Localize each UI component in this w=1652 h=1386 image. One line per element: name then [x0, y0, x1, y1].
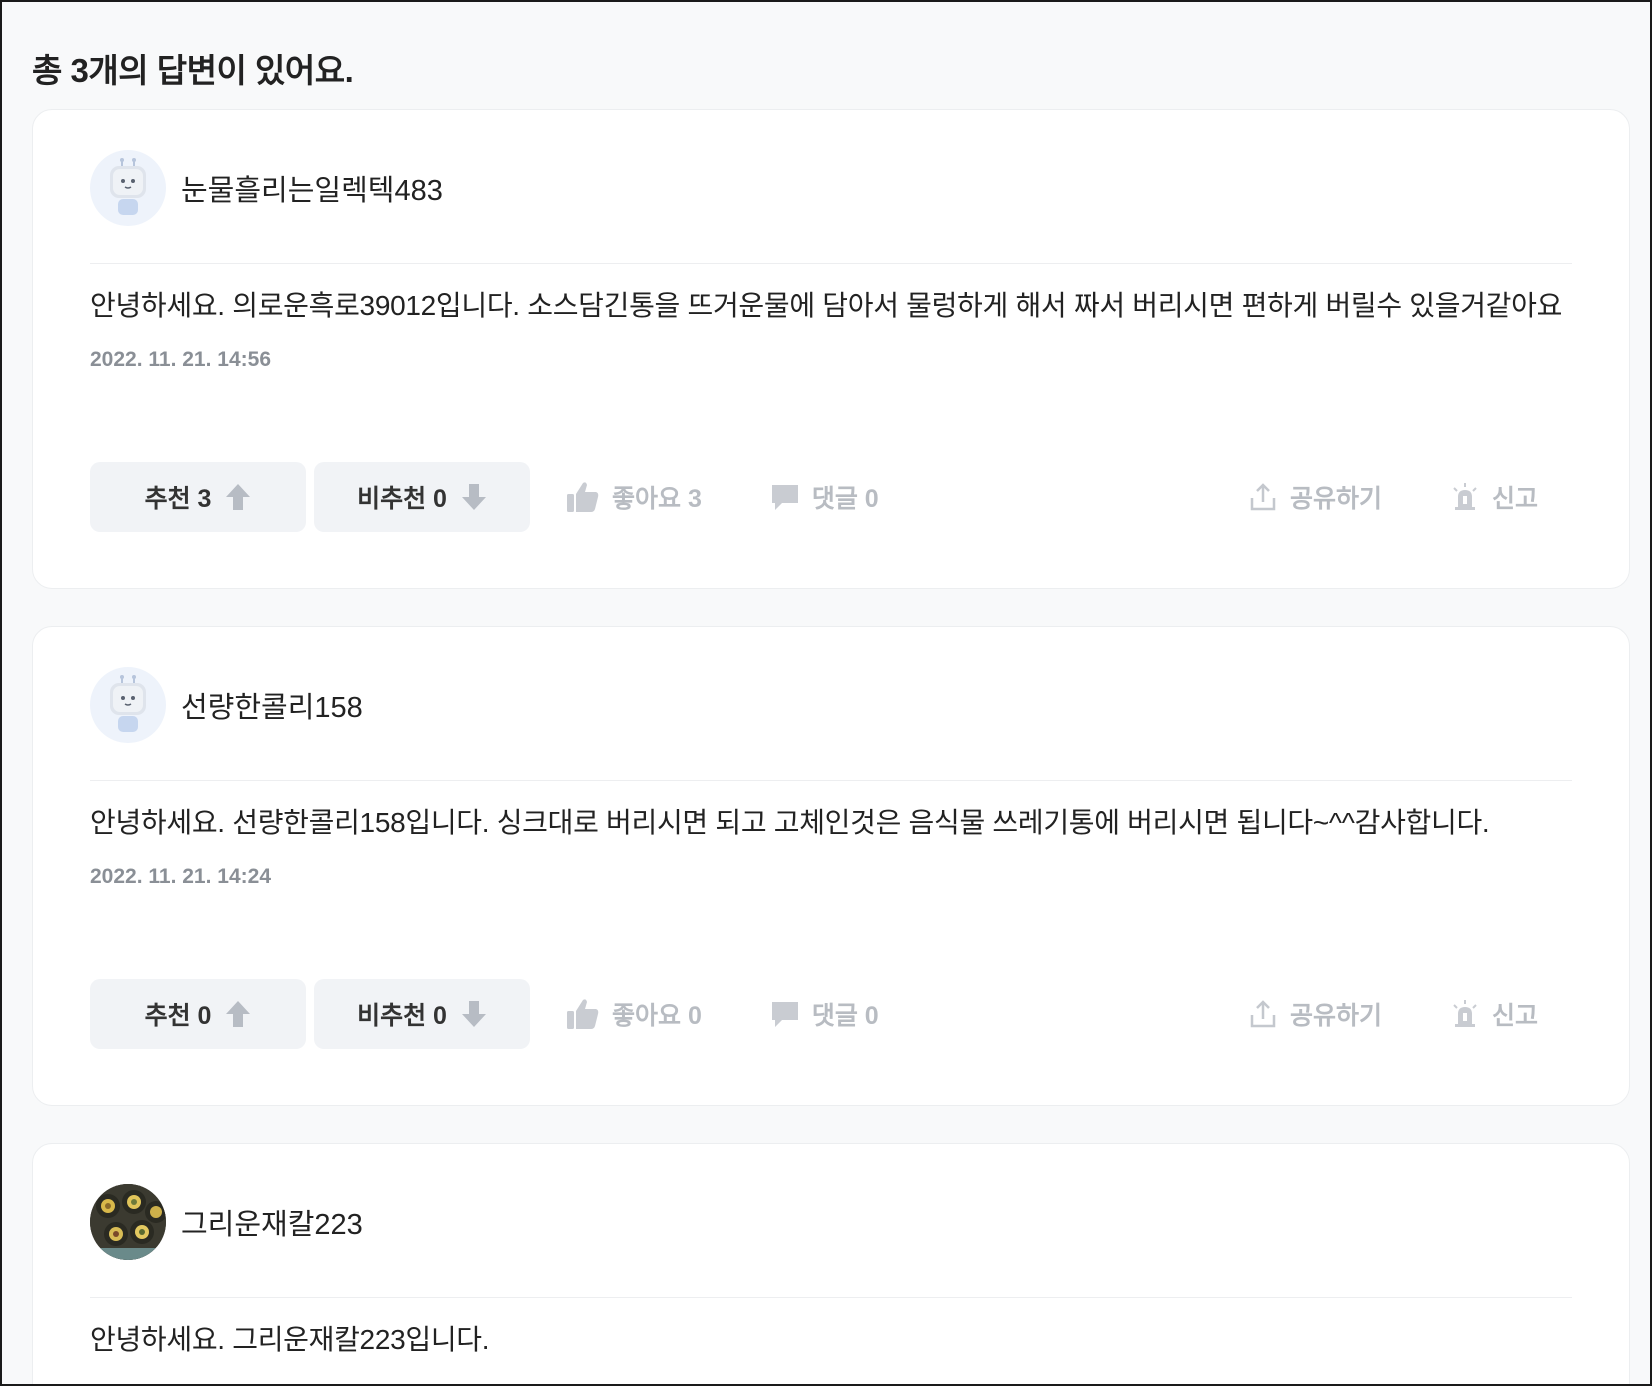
thumbs-up-icon — [567, 482, 599, 512]
arrow-up-icon — [226, 484, 251, 510]
siren-icon — [1453, 483, 1477, 510]
thumbs-up-icon — [567, 999, 599, 1029]
recommend-label: 추천 3 — [144, 485, 212, 513]
unrecommend-label: 비추천 0 — [357, 485, 447, 513]
recommend-button[interactable]: 추천 0 — [90, 979, 306, 1049]
siren-icon — [1453, 1000, 1477, 1027]
answers-page: 총 3개의 답변이 있어요. — [0, 0, 1652, 110]
share-icon — [1250, 483, 1276, 511]
answer-content: 안녕하세요. 의로운흑로39012입니다. 소스담긴통을 뜨거운물에 담아서 물… — [90, 290, 1563, 321]
comment-button[interactable]: 댓글 0 — [770, 479, 879, 515]
author-name[interactable]: 그리운재칼223 — [181, 1201, 363, 1243]
avatar[interactable] — [90, 666, 166, 743]
report-button[interactable]: 신고 — [1450, 479, 1538, 515]
answer-date: 2022. 11. 21. 14:24 — [90, 865, 271, 888]
answer-card: 선량한콜리158 안녕하세요. 선량한콜리158입니다. 싱크대로 버리시면 되… — [32, 626, 1630, 1106]
like-label: 좋아요 0 — [612, 1002, 702, 1030]
comment-label: 댓글 0 — [811, 485, 879, 513]
like-button[interactable]: 좋아요 0 — [566, 996, 702, 1032]
answer-actions: 추천 3 비추천 0 좋아요 3 댓글 0 공유하기 신고 — [90, 462, 1572, 532]
unrecommend-label: 비추천 0 — [357, 1002, 447, 1030]
robot-avatar-icon — [110, 674, 146, 732]
answer-content: 안녕하세요. 선량한콜리158입니다. 싱크대로 버리시면 되고 고체인것은 음… — [90, 807, 1490, 838]
arrow-up-icon — [226, 1001, 251, 1027]
answer-card: 그리운재칼223 안녕하세요. 그리운재칼223입니다. — [32, 1143, 1630, 1386]
report-button[interactable]: 신고 — [1450, 996, 1538, 1032]
recommend-label: 추천 0 — [144, 1002, 212, 1030]
arrow-down-icon — [461, 1001, 486, 1027]
share-button[interactable]: 공유하기 — [1248, 996, 1382, 1032]
unrecommend-button[interactable]: 비추천 0 — [314, 462, 530, 532]
comment-icon — [771, 1002, 798, 1027]
share-label: 공유하기 — [1289, 1002, 1382, 1030]
answer-date: 2022. 11. 21. 14:56 — [90, 348, 271, 371]
arrow-down-icon — [461, 484, 486, 510]
robot-avatar-icon — [110, 157, 146, 215]
comment-icon — [771, 485, 798, 510]
recommend-button[interactable]: 추천 3 — [90, 462, 306, 532]
answer-author: 눈물흘리는일렉텍483 — [90, 110, 1572, 264]
answer-actions: 추천 0 비추천 0 좋아요 0 댓글 0 공유하기 신고 — [90, 979, 1572, 1049]
share-label: 공유하기 — [1289, 485, 1382, 513]
share-icon — [1250, 1000, 1276, 1028]
author-name[interactable]: 눈물흘리는일렉텍483 — [181, 167, 443, 209]
answers-count-title: 총 3개의 답변이 있어요. — [32, 52, 354, 89]
avatar[interactable] — [90, 1183, 166, 1260]
avatar[interactable] — [90, 149, 166, 226]
like-button[interactable]: 좋아요 3 — [566, 479, 702, 515]
report-label: 신고 — [1491, 485, 1538, 513]
answer-card: 눈물흘리는일렉텍483 안녕하세요. 의로운흑로39012입니다. 소스담긴통을… — [32, 109, 1630, 589]
report-label: 신고 — [1491, 1002, 1538, 1030]
answer-author: 선량한콜리158 — [90, 627, 1572, 781]
unrecommend-button[interactable]: 비추천 0 — [314, 979, 530, 1049]
comment-button[interactable]: 댓글 0 — [770, 996, 879, 1032]
share-button[interactable]: 공유하기 — [1248, 479, 1382, 515]
comment-label: 댓글 0 — [811, 1002, 879, 1030]
answer-author: 그리운재칼223 — [90, 1144, 1572, 1298]
answer-content: 안녕하세요. 그리운재칼223입니다. — [90, 1324, 490, 1355]
author-name[interactable]: 선량한콜리158 — [181, 684, 363, 726]
food-photo-avatar-icon — [90, 1183, 166, 1260]
like-label: 좋아요 3 — [612, 485, 702, 513]
